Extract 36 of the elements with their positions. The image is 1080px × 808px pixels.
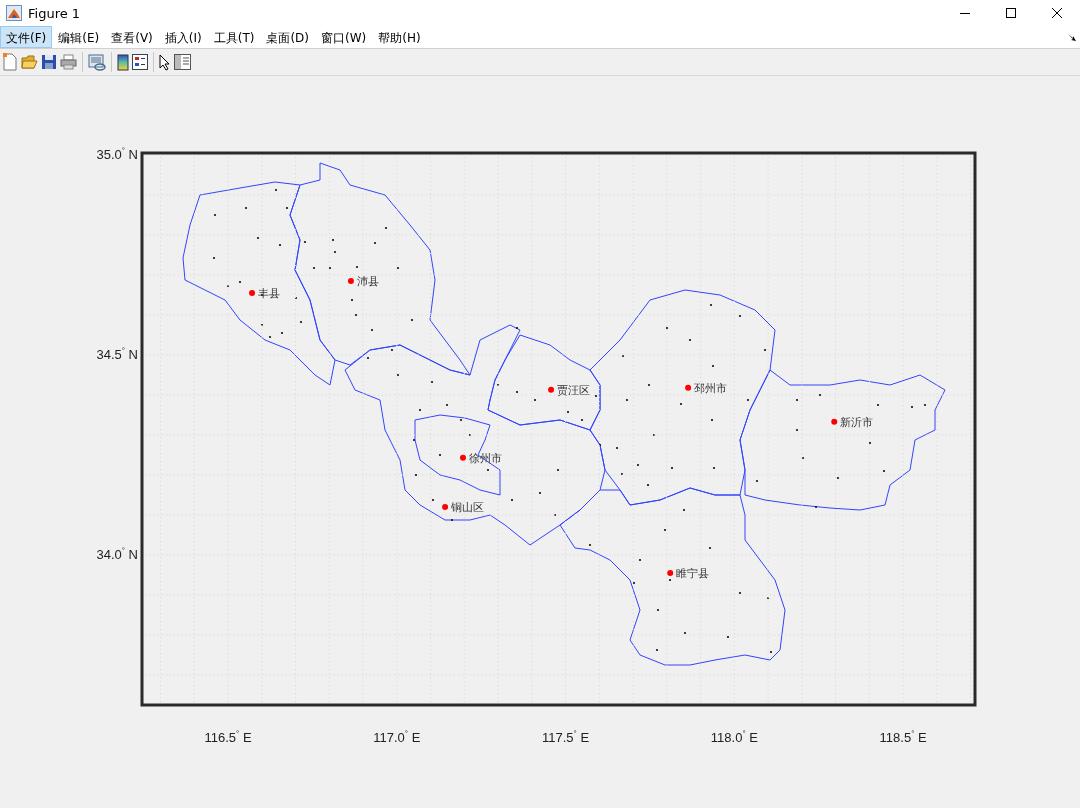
menu-item[interactable]: 帮助(H): [372, 26, 427, 48]
city-label: 新沂市: [840, 415, 874, 429]
city-label: 丰县: [258, 287, 281, 300]
menu-item[interactable]: 文件(F): [0, 26, 53, 48]
city-label: 贾汪区: [557, 383, 591, 397]
y-tick-label: 34.0$^{°}$ N: [96, 547, 138, 562]
menu-item[interactable]: 编辑(E): [52, 26, 106, 48]
panel-icon[interactable]: [174, 54, 191, 70]
close-icon: [1052, 8, 1062, 18]
menu-item[interactable]: 窗口(W): [315, 26, 373, 48]
legend-icon[interactable]: [132, 54, 148, 70]
menu-item[interactable]: 工具(T): [207, 26, 261, 48]
menu-item[interactable]: 插入(I): [158, 26, 208, 48]
y-tick-label: 34.5$^{°}$ N: [96, 347, 138, 362]
app-icon: [6, 5, 22, 21]
window-title: Figure 1: [28, 5, 82, 21]
x-tick-label: 117.0$^{°}$ E: [372, 730, 422, 745]
new-file-icon[interactable]: [2, 53, 18, 71]
link-plot-icon[interactable]: [88, 53, 106, 71]
menu-item[interactable]: 桌面(D): [260, 26, 315, 48]
print-icon[interactable]: [60, 54, 77, 70]
city-label: 邳州市: [694, 381, 728, 395]
x-tick-label: 116.5$^{°}$ E: [203, 730, 253, 745]
city-label: 沛县: [356, 275, 379, 288]
x-tick-label: 118.0$^{°}$ E: [709, 730, 759, 745]
pointer-icon[interactable]: [159, 53, 171, 71]
colorbar-icon[interactable]: [117, 53, 129, 71]
city-label: 铜山区: [451, 501, 485, 514]
x-tick-label: 117.5$^{°}$ E: [541, 730, 591, 745]
open-folder-icon[interactable]: [21, 54, 38, 70]
save-icon[interactable]: [41, 54, 57, 70]
maximize-icon: [1006, 8, 1016, 18]
x-tick-label: 118.5$^{°}$ E: [878, 730, 928, 745]
city-label: 睢宁县: [676, 567, 710, 580]
y-tick-label: 35.0$^{°}$ N: [96, 147, 138, 162]
menu-item[interactable]: 查看(V): [105, 26, 159, 48]
